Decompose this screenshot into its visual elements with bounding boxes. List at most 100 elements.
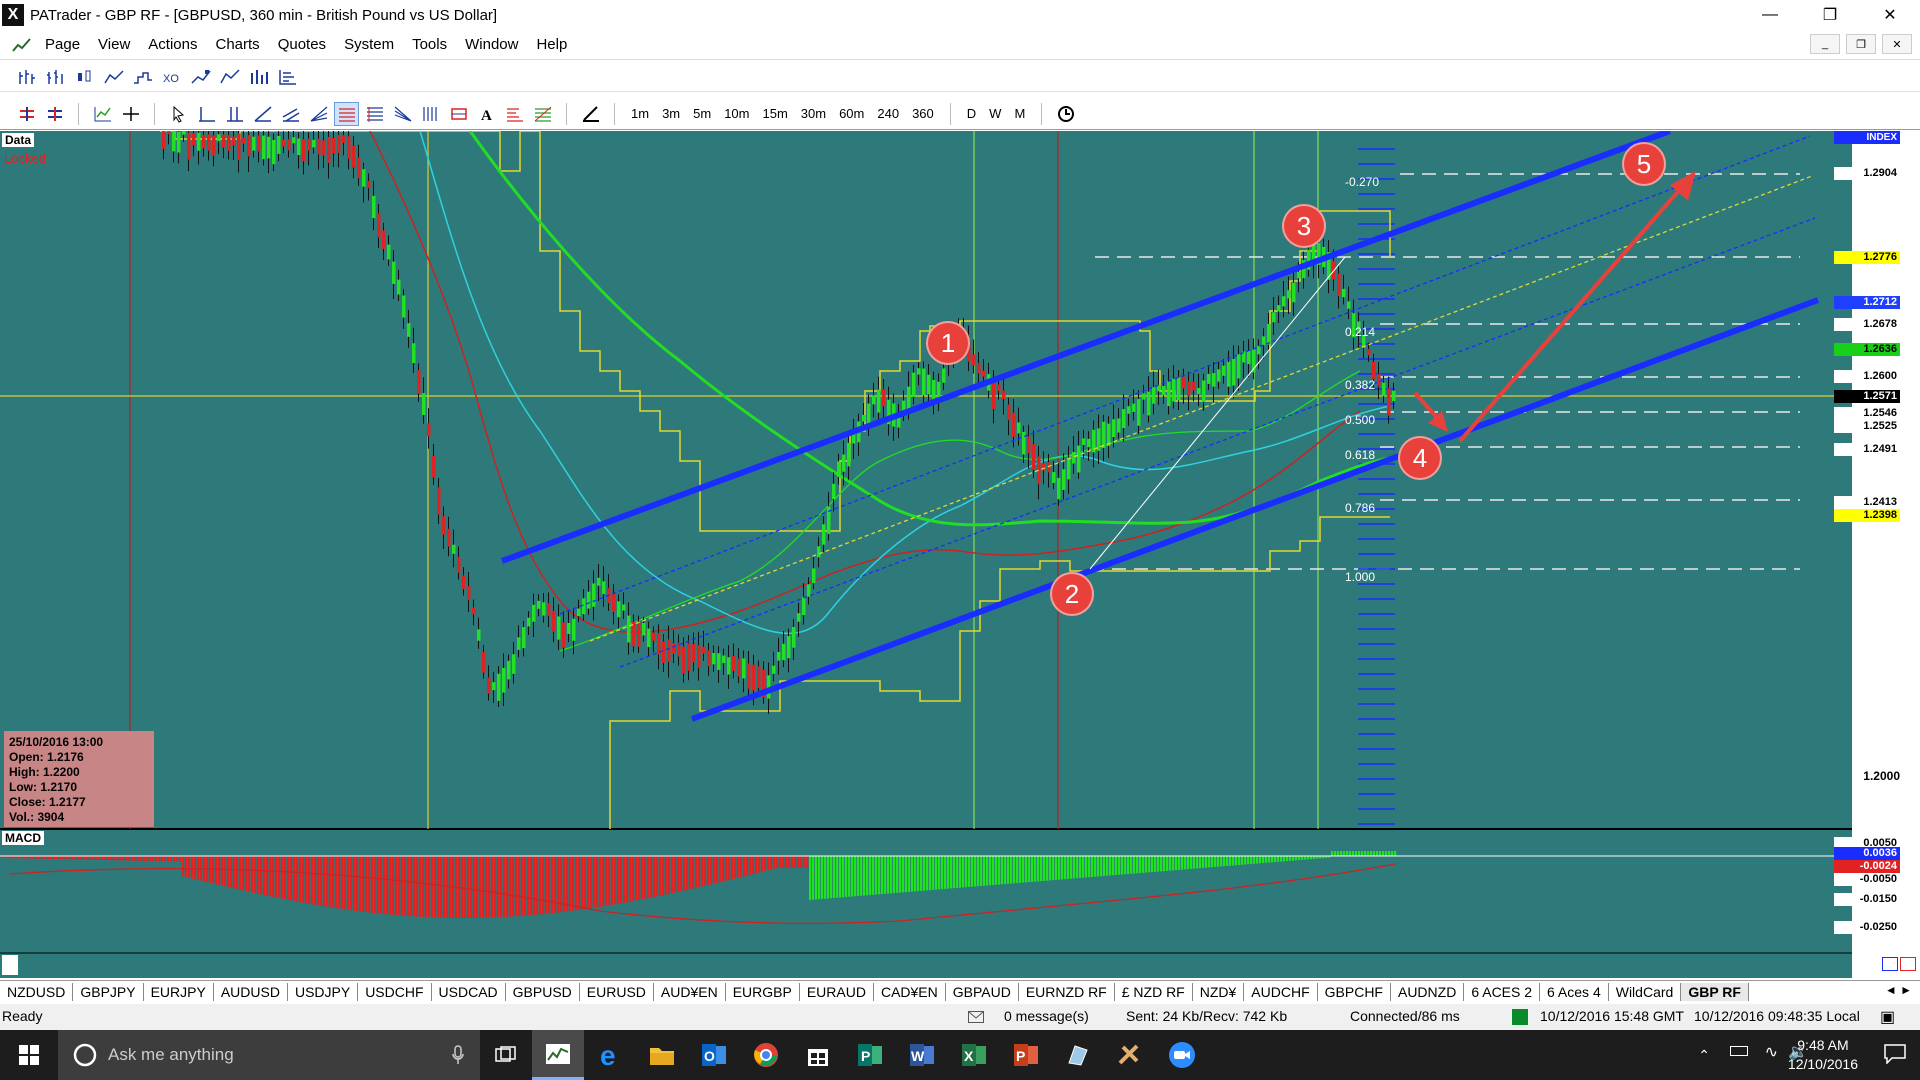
step-chart-icon[interactable] — [130, 65, 155, 89]
show-hidden-icons[interactable]: ⌃ — [1698, 1047, 1710, 1064]
symbol-tab[interactable]: NZD¥ — [1193, 982, 1245, 1001]
word-icon[interactable]: W — [896, 1030, 948, 1080]
notifications-icon[interactable] — [1884, 1044, 1906, 1068]
timeframe-daily[interactable]: D — [962, 102, 981, 126]
volume-chart-icon[interactable] — [246, 65, 271, 89]
restore-button[interactable]: ❐ — [1800, 0, 1860, 30]
data-window-label[interactable]: Data — [2, 133, 35, 147]
price-chart[interactable]: Data Locked INDEX 25/10/2016 13:00 Open:… — [0, 131, 1920, 978]
tools-icon[interactable] — [1104, 1030, 1156, 1080]
system-clock[interactable]: 9:48 AM 12/10/2016 — [1788, 1036, 1858, 1074]
renko-chart-icon[interactable] — [188, 65, 213, 89]
store-icon[interactable] — [792, 1030, 844, 1080]
symbol-tab[interactable]: USDCHF — [358, 982, 432, 1001]
resize-grip-icon[interactable]: ▣ — [1880, 1007, 1895, 1027]
bar-chart-icon[interactable] — [14, 65, 39, 89]
ohlc-chart-icon[interactable] — [43, 65, 68, 89]
crosshair-icon[interactable] — [118, 102, 143, 126]
order-icon[interactable] — [42, 102, 67, 126]
timeframe-30m[interactable]: 30m — [796, 102, 831, 126]
chart-canvas[interactable] — [0, 131, 1920, 978]
point-figure-icon[interactable]: XO — [159, 65, 184, 89]
file-explorer-icon[interactable] — [636, 1030, 688, 1080]
channel-icon[interactable] — [278, 102, 303, 126]
symbol-tab[interactable]: NZDUSD — [0, 982, 74, 1001]
timeframe-monthly[interactable]: M — [1009, 102, 1030, 126]
battery-icon[interactable] — [1730, 1046, 1748, 1056]
symbol-tab[interactable]: USDJPY — [288, 982, 359, 1001]
close-button[interactable]: ✕ — [1860, 0, 1920, 30]
timeframe-360[interactable]: 360 — [907, 102, 939, 126]
text-icon[interactable]: A — [474, 102, 499, 126]
timeframe-15m[interactable]: 15m — [757, 102, 792, 126]
wifi-icon[interactable]: ∿ — [1765, 1042, 1778, 1062]
pane-zoom-icon[interactable] — [1882, 957, 1898, 971]
menu-window[interactable]: Window — [456, 36, 527, 53]
symbol-tab[interactable]: EURNZD RF — [1019, 982, 1115, 1001]
symbol-tab[interactable]: GBP RF — [1681, 982, 1749, 1001]
macd-label[interactable]: MACD — [2, 831, 44, 845]
symbol-tab[interactable]: GBPCHF — [1318, 982, 1391, 1001]
candle-chart-icon[interactable] — [72, 65, 97, 89]
menu-charts[interactable]: Charts — [207, 36, 269, 53]
gann-icon[interactable] — [530, 102, 555, 126]
fib-extension-icon[interactable] — [362, 102, 387, 126]
timeframe-240[interactable]: 240 — [872, 102, 904, 126]
symbol-tab[interactable]: AUD¥EN — [654, 982, 726, 1001]
symbol-tab[interactable]: GBPUSD — [506, 982, 580, 1001]
status-messages[interactable]: 0 message(s) — [1004, 1008, 1089, 1024]
clock-icon[interactable] — [1053, 102, 1078, 126]
mdi-minimize-button[interactable]: _ — [1810, 34, 1840, 54]
chrome-icon[interactable] — [740, 1030, 792, 1080]
timeframe-10m[interactable]: 10m — [719, 102, 754, 126]
task-view-icon[interactable] — [480, 1030, 532, 1080]
price-label-icon[interactable] — [502, 102, 527, 126]
symbol-tab[interactable]: EURJPY — [144, 982, 214, 1001]
timeframe-5m[interactable]: 5m — [688, 102, 716, 126]
publisher-icon[interactable]: P — [844, 1030, 896, 1080]
patrader-taskbar-icon[interactable] — [532, 1030, 584, 1080]
symbol-tab[interactable]: AUDUSD — [214, 982, 288, 1001]
cortana-search-box[interactable]: Ask me anything — [58, 1030, 480, 1080]
fib-time-icon[interactable] — [418, 102, 443, 126]
powerpoint-icon[interactable]: P — [1000, 1030, 1052, 1080]
start-button[interactable] — [0, 1030, 58, 1080]
symbol-tab[interactable]: EURAUD — [800, 982, 874, 1001]
symbol-tab[interactable]: CAD¥EN — [874, 982, 946, 1001]
rectangle-icon[interactable] — [446, 102, 471, 126]
timeframe-60m[interactable]: 60m — [834, 102, 869, 126]
symbol-tab[interactable]: 6 ACES 2 — [1464, 982, 1541, 1001]
timeframe-weekly[interactable]: W — [984, 102, 1006, 126]
minimize-button[interactable]: — — [1740, 0, 1800, 30]
symbol-tab[interactable]: EURGBP — [726, 982, 800, 1001]
kagi-chart-icon[interactable] — [217, 65, 242, 89]
paint-icon[interactable] — [1052, 1030, 1104, 1080]
fib-fan-icon[interactable] — [390, 102, 415, 126]
menu-view[interactable]: View — [89, 36, 139, 53]
menu-tools[interactable]: Tools — [403, 36, 456, 53]
menu-actions[interactable]: Actions — [139, 36, 206, 53]
symbol-tab[interactable]: AUDCHF — [1244, 982, 1318, 1001]
histogram-icon[interactable] — [275, 65, 300, 89]
mdi-close-button[interactable]: ✕ — [1882, 34, 1912, 54]
edge-browser-icon[interactable]: e — [584, 1030, 636, 1080]
timeframe-3m[interactable]: 3m — [657, 102, 685, 126]
menu-page[interactable]: Page — [36, 36, 89, 53]
outlook-icon[interactable]: O — [688, 1030, 740, 1080]
mdi-restore-button[interactable]: ❐ — [1846, 34, 1876, 54]
excel-icon[interactable]: X — [948, 1030, 1000, 1080]
chart-app-icon[interactable] — [12, 37, 32, 53]
pointer-icon[interactable] — [166, 102, 191, 126]
mail-icon[interactable] — [968, 1010, 984, 1026]
microphone-icon[interactable] — [452, 1045, 464, 1070]
symbol-tab[interactable]: 6 Aces 4 — [1540, 982, 1609, 1001]
symbol-tab[interactable]: £ NZD RF — [1115, 982, 1193, 1001]
trendline-icon[interactable] — [250, 102, 275, 126]
pane-close-icon[interactable] — [1900, 957, 1916, 971]
menu-help[interactable]: Help — [527, 36, 576, 53]
indicator-icon[interactable] — [90, 102, 115, 126]
symbol-tab[interactable]: AUDNZD — [1391, 982, 1465, 1001]
fan-icon[interactable] — [306, 102, 331, 126]
line-chart-icon[interactable] — [101, 65, 126, 89]
symbol-tab[interactable]: GBPAUD — [946, 982, 1019, 1001]
